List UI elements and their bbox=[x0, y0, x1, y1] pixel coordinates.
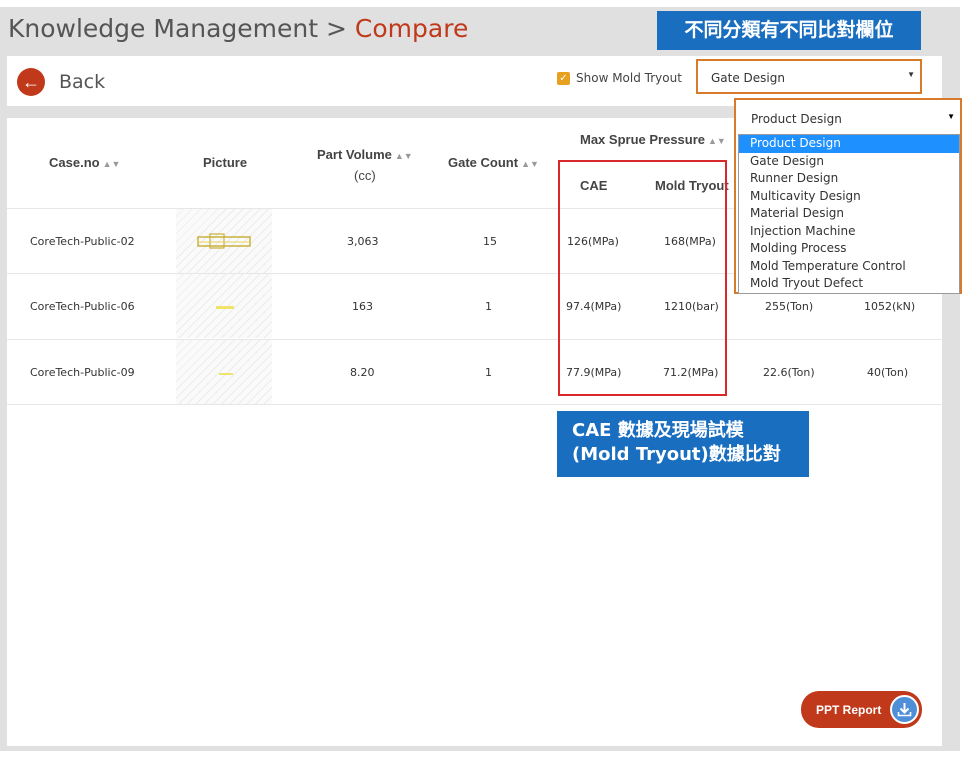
dropdown-arrow-icon: ▼ bbox=[947, 112, 955, 121]
breadcrumb-parent[interactable]: Knowledge Management bbox=[8, 14, 318, 43]
part-model-icon bbox=[216, 306, 234, 309]
category-options-list: Product Design Gate Design Runner Design… bbox=[738, 134, 960, 294]
header-gate-count[interactable]: Gate Count ▲▼ bbox=[448, 155, 539, 170]
option-mold-temperature-control[interactable]: Mold Temperature Control bbox=[739, 258, 959, 276]
dropdown-arrow-icon: ▼ bbox=[907, 70, 915, 79]
breadcrumb-current: Compare bbox=[354, 14, 469, 43]
option-mold-tryout-defect[interactable]: Mold Tryout Defect bbox=[739, 275, 959, 293]
ppt-report-button[interactable]: PPT Report bbox=[801, 691, 922, 728]
show-tryout-toggle[interactable]: ✓ Show Mold Tryout bbox=[557, 71, 682, 85]
header-max-sprue-pressure[interactable]: Max Sprue Pressure ▲▼ bbox=[580, 132, 726, 147]
back-button[interactable]: ← Back bbox=[17, 68, 105, 96]
category-select-value: Gate Design bbox=[711, 71, 785, 85]
cell-part-volume: 8.20 bbox=[350, 366, 375, 379]
download-icon bbox=[890, 695, 919, 724]
row-divider bbox=[7, 339, 942, 340]
part-model-icon bbox=[197, 233, 251, 249]
annotation-banner-compare: CAE 數據及現場試模 (Mold Tryout)數據比對 bbox=[557, 411, 809, 477]
cell-part-volume: 163 bbox=[352, 300, 373, 313]
header-picture: Picture bbox=[203, 155, 248, 170]
cell-gate-count: 15 bbox=[483, 235, 497, 248]
cell-case-no[interactable]: CoreTech-Public-09 bbox=[30, 366, 135, 379]
part-thumbnail[interactable] bbox=[176, 209, 272, 273]
cell-gate-count: 1 bbox=[485, 366, 492, 379]
category-dropdown-value: Product Design bbox=[751, 112, 842, 126]
cell-col7: 255(Ton) bbox=[765, 300, 814, 313]
breadcrumb: Knowledge Management > Compare bbox=[8, 14, 468, 43]
sort-icon[interactable]: ▲▼ bbox=[708, 136, 726, 146]
header-case-no[interactable]: Case.no ▲▼ bbox=[49, 155, 120, 170]
cell-part-volume: 3,063 bbox=[347, 235, 379, 248]
option-product-design[interactable]: Product Design bbox=[739, 135, 959, 153]
checkbox-checked-icon[interactable]: ✓ bbox=[557, 71, 570, 85]
sort-icon[interactable]: ▲▼ bbox=[395, 151, 413, 161]
category-select[interactable]: Gate Design ▼ bbox=[696, 59, 922, 94]
category-dropdown-popup: Product Design ▼ Product Design Gate Des… bbox=[734, 98, 962, 294]
annotation-line-1: CAE 數據及現場試模 bbox=[572, 420, 744, 441]
sort-icon[interactable]: ▲▼ bbox=[103, 159, 121, 169]
cell-col7: 22.6(Ton) bbox=[763, 366, 815, 379]
category-dropdown-select[interactable]: Product Design ▼ bbox=[737, 100, 961, 134]
cae-tryout-highlight-box bbox=[558, 160, 727, 396]
cell-case-no[interactable]: CoreTech-Public-06 bbox=[30, 300, 135, 313]
option-material-design[interactable]: Material Design bbox=[739, 205, 959, 223]
breadcrumb-separator: > bbox=[326, 14, 347, 43]
option-molding-process[interactable]: Molding Process bbox=[739, 240, 959, 258]
header-part-volume[interactable]: Part Volume ▲▼ (cc) bbox=[317, 145, 413, 186]
cell-col8: 40(Ton) bbox=[867, 366, 909, 379]
annotation-banner-fields: 不同分類有不同比對欄位 bbox=[657, 11, 921, 50]
ppt-report-label: PPT Report bbox=[816, 703, 882, 717]
back-label: Back bbox=[59, 71, 106, 93]
annotation-line-2: (Mold Tryout)數據比對 bbox=[572, 444, 781, 465]
part-model-icon bbox=[219, 373, 233, 375]
cell-col8: 1052(kN) bbox=[864, 300, 916, 313]
option-gate-design[interactable]: Gate Design bbox=[739, 153, 959, 171]
option-runner-design[interactable]: Runner Design bbox=[739, 170, 959, 188]
part-thumbnail[interactable] bbox=[176, 340, 272, 404]
part-thumbnail[interactable] bbox=[176, 274, 272, 338]
show-tryout-label: Show Mold Tryout bbox=[576, 71, 682, 85]
cell-case-no[interactable]: CoreTech-Public-02 bbox=[30, 235, 135, 248]
sort-icon[interactable]: ▲▼ bbox=[521, 159, 539, 169]
option-multicavity-design[interactable]: Multicavity Design bbox=[739, 188, 959, 206]
option-injection-machine[interactable]: Injection Machine bbox=[739, 223, 959, 241]
cell-gate-count: 1 bbox=[485, 300, 492, 313]
arrow-left-icon: ← bbox=[17, 68, 45, 96]
row-divider bbox=[7, 404, 942, 405]
